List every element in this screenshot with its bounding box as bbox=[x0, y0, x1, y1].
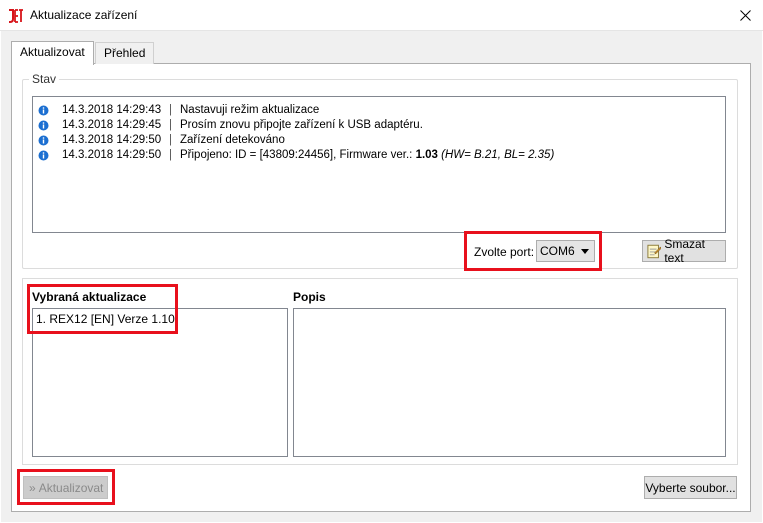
port-value: COM6 bbox=[540, 244, 575, 258]
description-title: Popis bbox=[293, 290, 326, 304]
log-timestamp: 14.3.2018 14:29:50 bbox=[62, 149, 162, 161]
double-chevron-right-icon: » bbox=[29, 480, 36, 495]
port-label: Zvolte port: bbox=[474, 245, 535, 259]
clear-text-button[interactable]: Smazat text bbox=[642, 237, 726, 265]
jeti-logo-icon bbox=[8, 9, 24, 23]
log-message: Prosím znovu připojte zařízení k USB ada… bbox=[180, 119, 423, 131]
log-separator: | bbox=[169, 134, 172, 146]
status-group-label: Stav bbox=[29, 72, 60, 86]
port-select[interactable]: COM6 bbox=[536, 240, 595, 262]
list-item[interactable]: 1. REX12 [EN] Verze 1.10 bbox=[36, 312, 175, 326]
update-button-label: Aktualizovat bbox=[38, 480, 104, 495]
hardware-info: (HW= B.21, BL= 2.35) bbox=[437, 149, 555, 161]
info-icon bbox=[38, 135, 49, 146]
info-icon bbox=[38, 150, 49, 161]
window-title: Aktualizace zařízení bbox=[30, 8, 138, 22]
log-message: Nastavuji režim aktualizace bbox=[180, 104, 320, 116]
log-separator: | bbox=[169, 104, 172, 116]
log-message-text: Připojeno: ID = [43809:24456], Firmware … bbox=[180, 149, 416, 161]
log-separator: | bbox=[169, 149, 172, 161]
log-message: Zařízení detekováno bbox=[180, 134, 285, 146]
choose-file-button[interactable]: Vyberte soubor... bbox=[644, 476, 737, 499]
clear-text-label: Smazat text bbox=[664, 237, 706, 265]
notepad-eraser-icon bbox=[647, 244, 662, 259]
firmware-version: 1.03 bbox=[415, 149, 438, 161]
tab-overview[interactable]: Přehled bbox=[95, 42, 155, 64]
info-icon bbox=[38, 105, 49, 116]
log-timestamp: 14.3.2018 14:29:43 bbox=[62, 104, 162, 116]
description-box bbox=[293, 308, 726, 457]
update-list[interactable] bbox=[32, 308, 288, 457]
log-separator: | bbox=[169, 119, 172, 131]
info-icon bbox=[38, 120, 49, 131]
log-message: Připojeno: ID = [43809:24456], Firmware … bbox=[180, 149, 554, 161]
close-icon bbox=[739, 9, 751, 21]
close-button[interactable] bbox=[732, 4, 758, 26]
log-output[interactable] bbox=[32, 96, 726, 233]
log-timestamp: 14.3.2018 14:29:50 bbox=[62, 134, 162, 146]
selected-update-title: Vybraná aktualizace bbox=[32, 290, 147, 304]
update-button[interactable]: » Aktualizovat bbox=[23, 476, 108, 499]
log-timestamp: 14.3.2018 14:29:45 bbox=[62, 119, 162, 131]
chevron-down-icon bbox=[581, 249, 589, 254]
tab-update[interactable]: Aktualizovat bbox=[11, 41, 94, 65]
